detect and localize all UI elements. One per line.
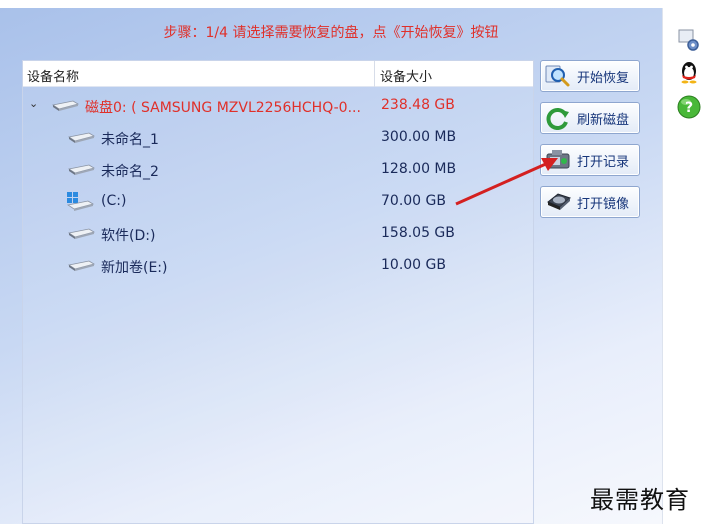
settings-gear-icon[interactable] xyxy=(676,26,702,52)
help-icon[interactable]: ? xyxy=(676,94,702,120)
partition-size: 158.05 GB xyxy=(381,225,455,241)
drive-icon xyxy=(67,260,95,271)
partition-row[interactable]: 软件(D:) 158.05 GB xyxy=(23,219,533,249)
svg-text:?: ? xyxy=(685,100,693,116)
partition-row[interactable]: (C:) 70.00 GB xyxy=(23,187,533,217)
qq-penguin-icon[interactable] xyxy=(676,58,702,84)
hard-disk-icon xyxy=(547,193,571,210)
partition-size: 300.00 MB xyxy=(381,129,457,145)
open-image-label: 打开镜像 xyxy=(577,196,630,212)
disk-size: 238.48 GB xyxy=(381,97,455,113)
disk-name: 磁盘0: ( SAMSUNG MZVL2256HCHQ-0... xyxy=(85,100,361,116)
drive-icon xyxy=(67,228,95,239)
log-device-icon xyxy=(546,150,570,169)
partition-name: 软件(D:) xyxy=(101,228,156,244)
column-header-size[interactable]: 设备大小 xyxy=(380,66,432,85)
partition-size: 128.00 MB xyxy=(381,161,457,177)
magnifier-icon xyxy=(545,65,570,87)
column-separator[interactable] xyxy=(374,61,375,87)
refresh-disk-label: 刷新磁盘 xyxy=(577,112,630,128)
open-log-button[interactable]: 打开记录 xyxy=(540,144,640,176)
drive-icon xyxy=(67,164,95,175)
list-header: 设备名称 设备大小 xyxy=(23,61,533,87)
partition-name: 新加卷(E:) xyxy=(101,260,168,276)
watermark-text: 最需教育 xyxy=(590,486,690,514)
drive-icon xyxy=(67,132,95,143)
start-recovery-button[interactable]: 开始恢复 xyxy=(540,60,640,92)
step-instruction: 步骤：1/4 请选择需要恢复的盘，点《开始恢复》按钮 xyxy=(163,25,499,41)
main-panel: 步骤：1/4 请选择需要恢复的盘，点《开始恢复》按钮 设备名称 设备大小 ⌄ 磁… xyxy=(0,8,662,524)
expand-chevron-icon[interactable]: ⌄ xyxy=(29,97,38,110)
right-sidebar: ? xyxy=(662,8,712,524)
refresh-disk-button[interactable]: 刷新磁盘 xyxy=(540,102,640,134)
disk-drive-icon xyxy=(51,100,79,111)
refresh-icon xyxy=(546,108,569,130)
title-bar xyxy=(0,0,712,8)
windows-drive-icon xyxy=(66,192,95,211)
partition-row[interactable]: 未命名_1 300.00 MB xyxy=(23,123,533,153)
column-header-name[interactable]: 设备名称 xyxy=(27,66,79,85)
open-image-button[interactable]: 打开镜像 xyxy=(540,186,640,218)
start-recovery-label: 开始恢复 xyxy=(577,70,630,86)
open-log-label: 打开记录 xyxy=(577,154,630,170)
partition-name: (C:) xyxy=(101,193,127,209)
disk-row[interactable]: ⌄ 磁盘0: ( SAMSUNG MZVL2256HCHQ-0... 238.4… xyxy=(23,91,533,121)
partition-name: 未命名_2 xyxy=(101,164,159,180)
partition-row[interactable]: 新加卷(E:) 10.00 GB xyxy=(23,251,533,281)
partition-size: 10.00 GB xyxy=(381,257,446,273)
partition-size: 70.00 GB xyxy=(381,193,446,209)
device-list[interactable]: 设备名称 设备大小 ⌄ 磁盘0: ( SAMSUNG MZVL2256HCHQ-… xyxy=(22,60,534,524)
partition-row[interactable]: 未命名_2 128.00 MB xyxy=(23,155,533,185)
partition-name: 未命名_1 xyxy=(101,132,159,148)
